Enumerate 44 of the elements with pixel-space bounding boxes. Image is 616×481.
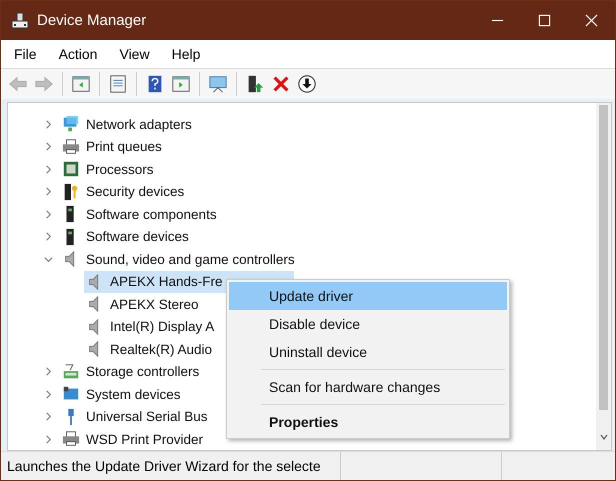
tree-item[interactable]: WSD Print Provider: [86, 432, 204, 447]
status-text: Launches the Update Driver Wizard for the selecte: [6, 458, 322, 474]
expand-chevron-icon[interactable]: [44, 187, 53, 196]
menu-item[interactable]: Scan for hardware changes: [229, 373, 507, 401]
tree-item[interactable]: System devices: [86, 386, 181, 402]
menu-item[interactable]: File: [10, 46, 46, 62]
key-tower-icon: [62, 182, 80, 201]
tree-item[interactable]: Universal Serial Bus: [86, 409, 208, 424]
tree-item[interactable]: Processors: [86, 162, 154, 177]
scroll-down-icon[interactable]: [598, 432, 608, 442]
tree-item[interactable]: Print queues: [86, 139, 162, 154]
expand-chevron-icon[interactable]: [44, 434, 53, 444]
expand-chevron-icon[interactable]: [44, 232, 53, 242]
menu-item[interactable]: Help: [168, 46, 210, 62]
scroll-thumb[interactable]: [599, 105, 608, 410]
menu-item[interactable]: Properties: [229, 408, 507, 436]
tree-item[interactable]: Software components: [86, 206, 217, 222]
device-manager-icon: [11, 12, 29, 30]
printer-icon: [62, 430, 80, 448]
expand-chevron-icon[interactable]: [44, 142, 53, 152]
menu-item[interactable]: Update driver: [229, 282, 507, 310]
tree-item[interactable]: Storage controllers: [86, 364, 200, 380]
tree-item[interactable]: Network adapters: [86, 116, 192, 132]
storage-icon: [62, 362, 80, 381]
expand-chevron-icon[interactable]: [44, 390, 53, 399]
network-icon: [62, 115, 80, 134]
collapse-chevron-icon[interactable]: [44, 254, 53, 264]
chip-icon: [62, 160, 80, 178]
scrollbar[interactable]: [596, 103, 611, 450]
expand-chevron-icon[interactable]: [44, 367, 53, 376]
expand-chevron-icon[interactable]: [44, 412, 53, 422]
menu-item[interactable]: View: [115, 46, 159, 62]
printer-icon: [62, 138, 80, 156]
tree-item[interactable]: Software devices: [86, 229, 189, 244]
tree-item[interactable]: Security devices: [86, 184, 184, 200]
window-title: Device Manager: [37, 12, 146, 29]
expand-chevron-icon[interactable]: [44, 210, 53, 219]
tree-item[interactable]: Sound, video and game controllers: [86, 252, 295, 267]
expand-chevron-icon[interactable]: [44, 120, 53, 129]
menu-item[interactable]: Uninstall device: [229, 338, 507, 366]
menu-item[interactable]: Action: [54, 46, 106, 62]
expand-chevron-icon[interactable]: [44, 164, 53, 174]
menu-item[interactable]: Disable device: [229, 310, 507, 338]
download-icon[interactable]: [296, 73, 318, 95]
